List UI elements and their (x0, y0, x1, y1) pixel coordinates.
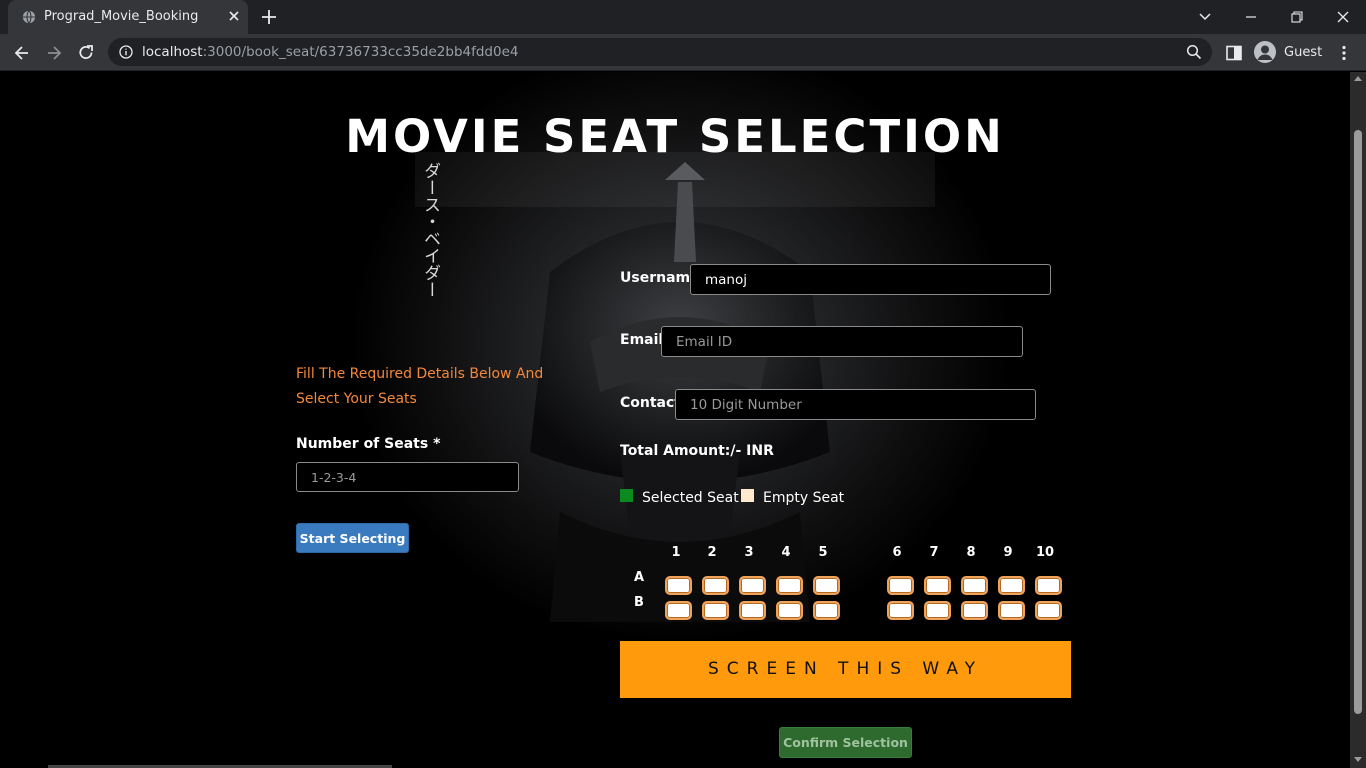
kebab-menu-icon[interactable] (1334, 43, 1354, 63)
seat-a3[interactable] (739, 576, 766, 595)
tab-title: Prograd_Movie_Booking (44, 9, 199, 24)
seat-a4[interactable] (776, 576, 803, 595)
column-number: 1 (671, 545, 681, 560)
email-input[interactable] (661, 326, 1023, 357)
seat-a7[interactable] (924, 576, 951, 595)
seat-b3[interactable] (739, 601, 766, 620)
empty-seat-swatch (741, 489, 754, 502)
url-text: localhost:3000/book_seat/63736733cc35de2… (142, 44, 518, 60)
back-arrow-icon[interactable] (12, 43, 32, 63)
column-number: 6 (892, 545, 902, 560)
url-host: localhost (142, 44, 203, 60)
browser-tab[interactable]: Prograd_Movie_Booking (8, 0, 248, 34)
minimize-icon[interactable] (1241, 7, 1261, 27)
seat-b5[interactable] (813, 601, 840, 620)
seat-a6[interactable] (887, 576, 914, 595)
selected-seat-swatch (620, 489, 633, 502)
seat-b9[interactable] (998, 601, 1025, 620)
column-number: 10 (1035, 545, 1055, 560)
column-number: 3 (744, 545, 754, 560)
plus-icon[interactable] (260, 8, 278, 26)
column-number: 7 (929, 545, 939, 560)
row-letter: A (634, 570, 645, 585)
start-selecting-button[interactable]: Start Selecting (296, 523, 409, 553)
seat-a9[interactable] (998, 576, 1025, 595)
number-of-seats-input[interactable] (296, 462, 519, 492)
page-scrollbar[interactable] (1350, 72, 1366, 768)
seat-a5[interactable] (813, 576, 840, 595)
screen-banner: SCREEN THIS WAY (620, 641, 1071, 698)
seat-a1[interactable] (665, 576, 692, 595)
profile-icon (1254, 41, 1276, 63)
seat-b1[interactable] (665, 601, 692, 620)
seat-b4[interactable] (776, 601, 803, 620)
column-number: 8 (966, 545, 976, 560)
column-number: 9 (1003, 545, 1013, 560)
seat-b6[interactable] (887, 601, 914, 620)
column-number: 5 (818, 545, 828, 560)
reload-icon[interactable] (76, 43, 96, 63)
url-path: :3000/book_seat/63736733cc35de2bb4fdd0e4 (202, 44, 519, 60)
restore-icon[interactable] (1287, 7, 1307, 27)
forward-arrow-icon[interactable] (44, 43, 64, 63)
browser-toolbar: localhost:3000/book_seat/63736733cc35de2… (0, 34, 1366, 71)
number-of-seats-label: Number of Seats * (296, 436, 441, 452)
info-icon[interactable] (119, 45, 133, 59)
scroll-up-arrow-icon[interactable] (1354, 76, 1362, 81)
globe-icon (22, 10, 36, 24)
page-title: MOVIE SEAT SELECTION (345, 110, 1005, 163)
seat-b7[interactable] (924, 601, 951, 620)
row-letter: B (634, 595, 644, 610)
scroll-thumb[interactable] (1354, 130, 1362, 714)
seat-b2[interactable] (702, 601, 729, 620)
seat-b10[interactable] (1035, 601, 1062, 620)
selected-seat-label: Selected Seat (642, 490, 739, 506)
total-amount-text: Total Amount:/- INR (620, 443, 774, 459)
username-input[interactable] (690, 264, 1051, 295)
column-number: 2 (707, 545, 717, 560)
seat-a2[interactable] (702, 576, 729, 595)
confirm-selection-button[interactable]: Confirm Selection (779, 727, 912, 758)
seat-a8[interactable] (961, 576, 988, 595)
seat-b8[interactable] (961, 601, 988, 620)
profile-button[interactable]: Guest (1254, 39, 1322, 65)
address-bar[interactable]: localhost:3000/book_seat/63736733cc35de2… (108, 38, 1212, 66)
seat-a10[interactable] (1035, 576, 1062, 595)
column-number: 4 (781, 545, 791, 560)
close-icon[interactable] (1333, 7, 1353, 27)
profile-label: Guest (1284, 44, 1323, 60)
contact-input[interactable] (675, 389, 1036, 420)
zoom-icon[interactable] (1186, 44, 1202, 60)
page-viewport: MOVIE SEAT SELECTION ダース・ベイダー Fill The R… (0, 72, 1350, 768)
katakana-text: ダース・ベイダー (420, 162, 440, 298)
chevron-down-icon[interactable] (1195, 7, 1215, 27)
scroll-down-arrow-icon[interactable] (1354, 757, 1362, 762)
intro-text: Fill The Required Details Below And Sele… (296, 366, 544, 407)
close-icon[interactable] (226, 8, 242, 24)
side-panel-icon[interactable] (1224, 43, 1244, 63)
empty-seat-label: Empty Seat (763, 490, 845, 506)
browser-tab-bar: Prograd_Movie_Booking (0, 0, 1366, 34)
